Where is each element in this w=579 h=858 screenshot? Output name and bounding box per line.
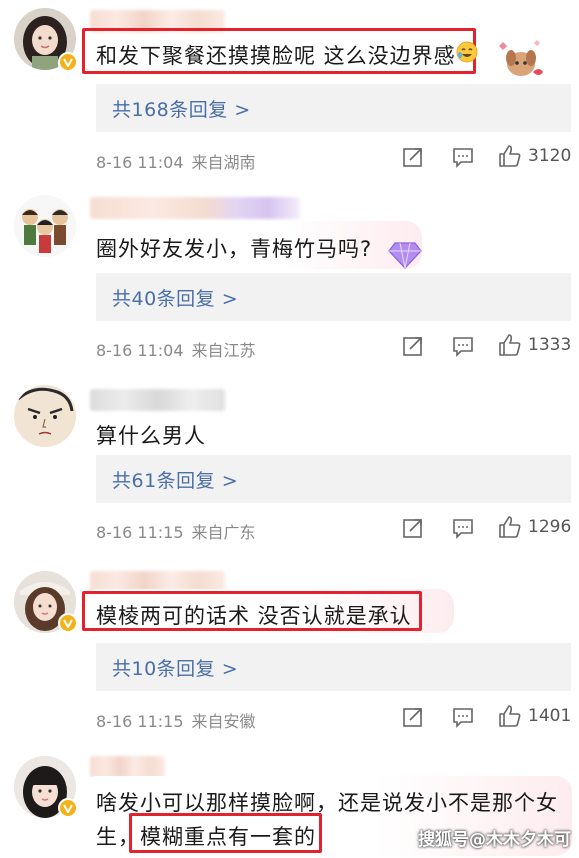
comment-icon xyxy=(453,337,473,357)
comment-button[interactable] xyxy=(452,146,474,168)
share-button[interactable] xyxy=(402,706,424,728)
comment-location: 来自湖南 xyxy=(191,153,256,172)
comment-item: 圈外好友发小，青梅竹马吗? 共40条回复 > 8-16 11:04 来自江苏 13… xyxy=(0,185,579,375)
username-blurred[interactable] xyxy=(90,389,225,411)
reply-summary-link[interactable]: 共168条回复 > xyxy=(96,84,571,132)
avatar[interactable] xyxy=(14,195,76,257)
thumbs-up-icon xyxy=(499,334,521,356)
like-count: 1296 xyxy=(528,517,572,537)
crying-laugh-emoji-icon xyxy=(456,41,478,67)
comment-time: 8-16 11:04 xyxy=(96,153,184,172)
username-blurred[interactable] xyxy=(90,756,165,778)
comment-meta: 8-16 11:04 来自湖南 xyxy=(96,149,256,173)
avatar[interactable] xyxy=(14,385,76,447)
comment-meta: 8-16 11:04 来自江苏 xyxy=(96,337,256,361)
comment-location: 来自广东 xyxy=(191,523,256,542)
share-icon xyxy=(403,519,422,538)
comment-item: 模棱两可的话术 没否认就是承认 共10条回复 > 8-16 11:15 来自安徽 … xyxy=(0,563,579,750)
comment-location: 来自江苏 xyxy=(191,341,256,360)
comment-button[interactable] xyxy=(452,335,474,357)
reply-summary-link[interactable]: 共40条回复 > xyxy=(96,273,571,321)
comment-icon xyxy=(453,708,473,728)
comment-button[interactable] xyxy=(452,706,474,728)
comment-text: 算什么男人 xyxy=(96,424,206,448)
comment-icon xyxy=(453,519,473,539)
share-icon xyxy=(403,337,422,356)
thumbs-up-icon xyxy=(499,516,521,538)
comment-location: 来自安徽 xyxy=(191,712,256,731)
comment-time: 8-16 11:04 xyxy=(96,341,184,360)
reply-count-label: 共168条回复 > xyxy=(112,99,251,121)
reply-count-label: 共40条回复 > xyxy=(112,288,239,310)
like-button[interactable]: 1296 xyxy=(498,515,571,539)
thumbs-up-icon xyxy=(499,145,521,167)
like-button[interactable]: 1333 xyxy=(498,333,571,357)
share-icon xyxy=(403,148,422,167)
comment-meta: 8-16 11:15 来自安徽 xyxy=(96,708,256,732)
comment-meta: 8-16 11:15 来自广东 xyxy=(96,519,256,543)
comment-icon xyxy=(453,148,473,168)
like-button[interactable]: 3120 xyxy=(498,144,571,168)
comment-item: 和发下聚餐还摸摸脸呢 这么没边界感 共168条回复 > 8-16 11:04 来自… xyxy=(0,0,579,185)
share-button[interactable] xyxy=(402,146,424,168)
like-count: 1333 xyxy=(528,335,572,355)
comment-item: 算什么男人 共61条回复 > 8-16 11:15 来自广东 1296 xyxy=(0,375,579,563)
like-count: 3120 xyxy=(528,146,572,166)
reply-summary-link[interactable]: 共10条回复 > xyxy=(96,643,571,691)
watermark: 搜狐号@木木夕木可 xyxy=(418,830,571,850)
thumbs-up-icon xyxy=(499,705,521,727)
comment-text: 圈外好友发小，青梅竹马吗? xyxy=(96,237,373,261)
verified-badge-icon xyxy=(58,52,78,72)
comment-text-line2-highlight: 模糊重点有一套的 xyxy=(140,825,316,849)
reply-summary-link[interactable]: 共61条回复 > xyxy=(96,455,571,503)
share-button[interactable] xyxy=(402,517,424,539)
comment-button[interactable] xyxy=(452,517,474,539)
comment-text: 和发下聚餐还摸摸脸呢 这么没边界感 xyxy=(96,44,456,68)
reply-count-label: 共10条回复 > xyxy=(112,658,239,680)
comment-text: 模棱两可的话术 没否认就是承认 xyxy=(96,604,412,628)
purple-diamond-badge-icon xyxy=(388,239,422,273)
puppy-sticker-icon xyxy=(497,36,547,84)
comment-time: 8-16 11:15 xyxy=(96,523,184,542)
username-blurred[interactable] xyxy=(90,197,300,219)
comment-time: 8-16 11:15 xyxy=(96,712,184,731)
like-button[interactable]: 1401 xyxy=(498,704,571,728)
share-button[interactable] xyxy=(402,335,424,357)
verified-badge-icon xyxy=(58,798,78,818)
verified-badge-icon xyxy=(58,613,78,633)
share-icon xyxy=(403,708,422,727)
reply-count-label: 共61条回复 > xyxy=(112,470,239,492)
like-count: 1401 xyxy=(528,706,572,726)
